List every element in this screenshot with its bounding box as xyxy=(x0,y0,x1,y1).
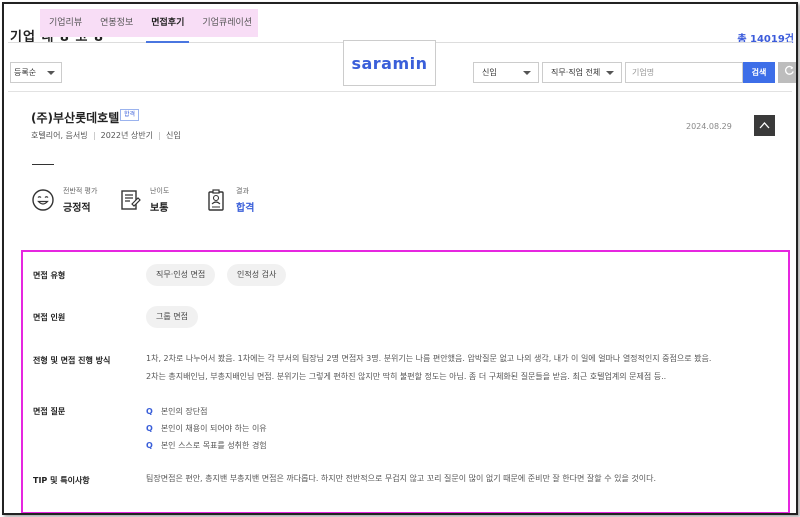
process-label: 전형 및 면접 진행 방식 xyxy=(33,356,111,365)
tip-label: TIP 및 특이사항 xyxy=(33,476,90,485)
summary-overall-value: 긍정적 xyxy=(63,203,91,214)
review-meta: 호텔리어, 음서빙 2022년 상반기 신입 xyxy=(31,130,181,141)
summary-result: 결과 합격 xyxy=(204,186,254,214)
logo-text: saramin xyxy=(351,53,428,73)
interview-detail-box: 면접 유형 직무·인성 면접 인적성 검사 면접 인원 그룹 면접 전형 및 면… xyxy=(21,250,790,513)
summary-difficulty: 난이도 보통 xyxy=(118,186,169,214)
interview-type-label: 면접 유형 xyxy=(33,271,66,280)
collapse-button[interactable] xyxy=(754,115,775,136)
sort-selected: 등록순 xyxy=(14,68,37,77)
company-name[interactable]: (주)부산롯데호텔 xyxy=(31,109,119,126)
question-item: Q 본인 스스로 목표를 성취한 경험 xyxy=(146,440,267,451)
questions-label: 면접 질문 xyxy=(33,407,66,416)
search-button[interactable]: 검색 xyxy=(743,62,775,83)
chevron-down-icon xyxy=(47,71,55,75)
question-marker: Q xyxy=(146,407,153,416)
meta-career: 신입 xyxy=(165,131,181,140)
interview-people-chip: 그룹 면접 xyxy=(146,306,198,328)
meta-separator xyxy=(158,131,160,140)
summary-difficulty-value: 보통 xyxy=(150,203,169,214)
tip-text: 팀장면접은 편안, 총지밴 부총지밴 면접은 까다롭다. 하지만 전반적으로 무… xyxy=(146,474,656,483)
interview-type-chip: 직무·인성 면접 xyxy=(146,264,216,286)
tab-interview-review[interactable]: 면접후기 xyxy=(142,9,193,43)
document-icon xyxy=(121,190,141,210)
question-text: 본인의 장단점 xyxy=(160,407,208,416)
question-text: 본인이 채용이 되어야 하는 이유 xyxy=(160,424,267,433)
tab-company-review[interactable]: 기업리뷰 xyxy=(40,9,91,37)
question-item: Q 본인의 장단점 xyxy=(146,406,208,417)
meta-period: 2022년 상반기 xyxy=(100,131,153,140)
tab-company-curation[interactable]: 기업큐레이션 xyxy=(193,9,261,37)
summary-result-value: 합격 xyxy=(236,203,255,214)
interview-people-label: 면접 인원 xyxy=(33,313,66,322)
process-line: 2차는 총지배인님, 부총지배인님 면접. 분위기는 그렇게 편하진 않지만 딱… xyxy=(146,372,667,381)
chevron-down-icon xyxy=(606,71,614,75)
sort-dropdown[interactable]: 등록순 xyxy=(10,62,62,83)
company-search-input[interactable] xyxy=(625,62,743,83)
tab-bar: 기업리뷰 연봉정보 면접후기 기업큐레이션 xyxy=(40,9,261,43)
saramin-logo: saramin xyxy=(343,40,436,86)
summary-result-label: 결과 xyxy=(236,187,249,195)
question-marker: Q xyxy=(146,424,153,433)
job-filter-value: 직무·직업 전체 xyxy=(551,68,601,77)
job-filter-dropdown[interactable]: 직무·직업 전체 xyxy=(542,62,622,83)
summary-overall: 전반적 평가 긍정적 xyxy=(31,186,97,214)
career-filter-value: 신입 xyxy=(482,68,497,77)
question-marker: Q xyxy=(146,441,153,450)
meta-separator xyxy=(93,131,95,140)
tab-salary-info[interactable]: 연봉정보 xyxy=(91,9,142,37)
smile-icon xyxy=(32,189,54,211)
pass-badge: 합격 xyxy=(120,109,140,121)
summary-difficulty-label: 난이도 xyxy=(150,187,170,195)
screenshot-frame: 기업 대 8 고 8 총 14019건 기업리뷰 연봉정보 면접후기 기업큐레이… xyxy=(2,2,798,515)
divider xyxy=(8,91,792,92)
career-filter-dropdown[interactable]: 신입 xyxy=(473,62,539,83)
question-text: 본인 스스로 목표를 성취한 경험 xyxy=(160,441,267,450)
meta-job: 호텔리어, 음서빙 xyxy=(31,131,88,140)
interview-type-chip: 인적성 검사 xyxy=(227,264,287,286)
refresh-icon xyxy=(784,65,794,75)
divider xyxy=(32,164,54,165)
badge-icon xyxy=(208,189,224,211)
process-line: 1차, 2차로 나누어서 봤음. 1차에는 각 부서의 팀장님 2명 면접자 3… xyxy=(146,354,712,363)
chevron-down-icon xyxy=(523,71,531,75)
refresh-button[interactable] xyxy=(778,62,796,83)
review-date: 2024.08.29 xyxy=(686,122,732,131)
summary-overall-label: 전반적 평가 xyxy=(63,187,98,195)
question-item: Q 본인이 채용이 되어야 하는 이유 xyxy=(146,423,267,434)
chevron-up-icon xyxy=(759,122,770,129)
